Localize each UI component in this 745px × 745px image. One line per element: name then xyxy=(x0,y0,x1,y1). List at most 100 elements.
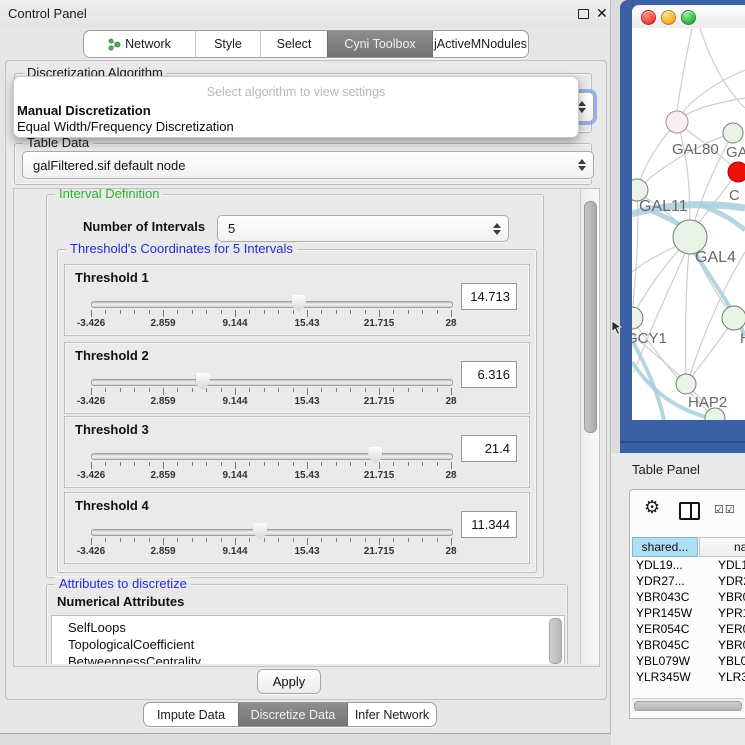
threshold-slider-track[interactable] xyxy=(91,301,453,308)
list-scrollbar[interactable] xyxy=(549,618,562,664)
split-columns-icon[interactable] xyxy=(679,502,700,520)
gear-icon[interactable]: ⚙ xyxy=(644,498,660,516)
tick-mark xyxy=(365,462,366,466)
threshold-label: Threshold 1 xyxy=(75,270,149,285)
threshold-2-panel: Threshold 2 -3.4262.8599.14415.4321.7152… xyxy=(64,342,530,414)
zoom-traffic-light-icon[interactable] xyxy=(681,10,696,25)
node-label: C xyxy=(729,187,740,204)
algorithm-dropdown-popup: Select algorithm to view settings Manual… xyxy=(13,76,579,138)
tick-mark xyxy=(163,310,164,317)
cell-shared-name: YER054C xyxy=(636,622,689,636)
vertical-scrollbar-thumb[interactable] xyxy=(584,201,597,433)
popup-option-equal-width[interactable]: Equal Width/Frequency Discretization xyxy=(17,119,234,134)
tick-mark xyxy=(422,538,423,542)
tab-jactivemnodules[interactable]: jActiveMNodules xyxy=(432,31,528,57)
select-columns-checkboxes-icon[interactable]: ☑☑ xyxy=(714,503,736,516)
threshold-value-field[interactable]: 14.713 xyxy=(461,283,517,310)
tick-mark xyxy=(206,388,207,392)
tab-style[interactable]: Style xyxy=(195,31,260,57)
cell-name: YBR0 xyxy=(718,590,745,604)
attribute-item[interactable]: TopologicalCoefficient xyxy=(52,636,564,653)
table-row[interactable]: YBR045CYBR0 xyxy=(632,638,745,654)
tick-mark xyxy=(321,310,322,314)
tab-infer-network[interactable]: Infer Network xyxy=(347,703,436,726)
threshold-slider-track[interactable] xyxy=(91,379,453,386)
tick-mark xyxy=(350,462,351,466)
network-node-h[interactable] xyxy=(722,306,745,330)
tick-mark xyxy=(293,310,294,314)
tick-mark xyxy=(393,388,394,392)
network-canvas[interactable]: GAL80GACGAL11GAL4GCY1HHAP2 xyxy=(632,28,745,420)
table-row[interactable]: YER054CYER0 xyxy=(632,622,745,638)
threshold-3-panel: Threshold 3 -3.4262.8599.14415.4321.7152… xyxy=(64,416,530,488)
tab-cyni-toolbox[interactable]: Cyni Toolbox xyxy=(327,31,432,57)
tick-mark xyxy=(437,310,438,314)
tick-mark xyxy=(293,462,294,466)
tick-mark xyxy=(437,462,438,466)
network-edge xyxy=(634,242,690,372)
cell-name: YBL0 xyxy=(718,654,745,668)
tick-mark xyxy=(451,388,452,395)
threshold-slider-track[interactable] xyxy=(91,529,453,536)
horizontal-scrollbar[interactable] xyxy=(632,698,744,711)
table-row[interactable]: YIL052CYIL0 xyxy=(632,686,745,688)
close-icon[interactable]: ✕ xyxy=(596,5,608,22)
network-node-gal80[interactable] xyxy=(666,111,688,133)
tick-label: 21.715 xyxy=(364,396,395,407)
tick-label: 15.43 xyxy=(294,546,319,557)
tick-label: 21.715 xyxy=(364,546,395,557)
tick-mark xyxy=(206,310,207,314)
tab-select[interactable]: Select xyxy=(260,31,327,57)
table-row[interactable]: YPR145WYPR1 xyxy=(632,606,745,622)
network-node-c[interactable] xyxy=(728,162,745,182)
table-row[interactable]: YDL19...YDL1 xyxy=(632,558,745,574)
tab-network[interactable]: Network xyxy=(84,31,195,57)
tick-mark xyxy=(379,388,380,395)
tick-mark xyxy=(149,310,150,314)
settings-viewport: Interval Definition Number of Intervals … xyxy=(14,189,580,664)
threshold-value-field[interactable]: 21.4 xyxy=(461,435,517,462)
threshold-value-field[interactable]: 11.344 xyxy=(461,511,517,538)
tick-mark xyxy=(221,538,222,542)
threshold-value-field[interactable]: 6.316 xyxy=(461,361,517,388)
tick-mark xyxy=(177,310,178,314)
table-row[interactable]: YBL079WYBL0 xyxy=(632,654,745,670)
tab-impute-data[interactable]: Impute Data xyxy=(144,703,238,726)
table-data-select[interactable]: galFiltered.sif default node xyxy=(22,151,594,179)
table-row[interactable]: YLR345WYLR3 xyxy=(632,670,745,686)
column-header-shared[interactable]: shared... xyxy=(632,537,698,557)
table-row[interactable]: YBR043CYBR0 xyxy=(632,590,745,606)
top-tab-bar: NetworkStyleSelectCyni ToolboxjActiveMNo… xyxy=(83,30,529,58)
vertical-scrollbar[interactable] xyxy=(580,189,599,664)
cell-name: YDR2 xyxy=(718,574,745,588)
horizontal-scrollbar-thumb[interactable] xyxy=(634,701,742,711)
table-row[interactable]: YDR27...YDR2 xyxy=(632,574,745,590)
network-edge xyxy=(687,319,734,383)
minimize-traffic-light-icon[interactable] xyxy=(661,10,676,25)
threshold-slider-track[interactable] xyxy=(91,453,453,460)
number-of-intervals-select[interactable]: 5 xyxy=(217,215,509,242)
column-header-name[interactable]: na xyxy=(699,537,745,557)
float-window-icon[interactable] xyxy=(578,9,589,19)
attribute-item[interactable]: BetweennessCentrality xyxy=(52,653,564,664)
attribute-item[interactable]: SelfLoops xyxy=(52,616,564,636)
number-of-intervals-label: Number of Intervals xyxy=(83,219,205,234)
tick-label: 15.43 xyxy=(294,396,319,407)
network-node-ga[interactable] xyxy=(723,123,743,143)
close-traffic-light-icon[interactable] xyxy=(641,10,656,25)
tick-mark xyxy=(120,462,121,466)
numerical-attributes-list[interactable]: SelfLoopsTopologicalCoefficientBetweenne… xyxy=(51,615,565,664)
tick-mark xyxy=(105,462,106,466)
tick-label: 9.144 xyxy=(222,546,247,557)
tick-label: 2.859 xyxy=(150,470,175,481)
network-node-gcy1[interactable] xyxy=(632,307,643,329)
network-window-titlebar[interactable] xyxy=(632,5,745,29)
threshold-4-panel: Threshold 4 -3.4262.8599.14415.4321.7152… xyxy=(64,492,530,564)
tick-mark xyxy=(278,538,279,542)
tick-mark xyxy=(221,462,222,466)
popup-option-manual-discretization[interactable]: Manual Discretization xyxy=(17,103,151,118)
table-data-value: galFiltered.sif default node xyxy=(33,158,185,173)
network-node-hap2[interactable] xyxy=(676,374,696,394)
apply-button[interactable]: Apply xyxy=(257,669,321,694)
tab-discretize-data[interactable]: Discretize Data xyxy=(238,703,347,726)
